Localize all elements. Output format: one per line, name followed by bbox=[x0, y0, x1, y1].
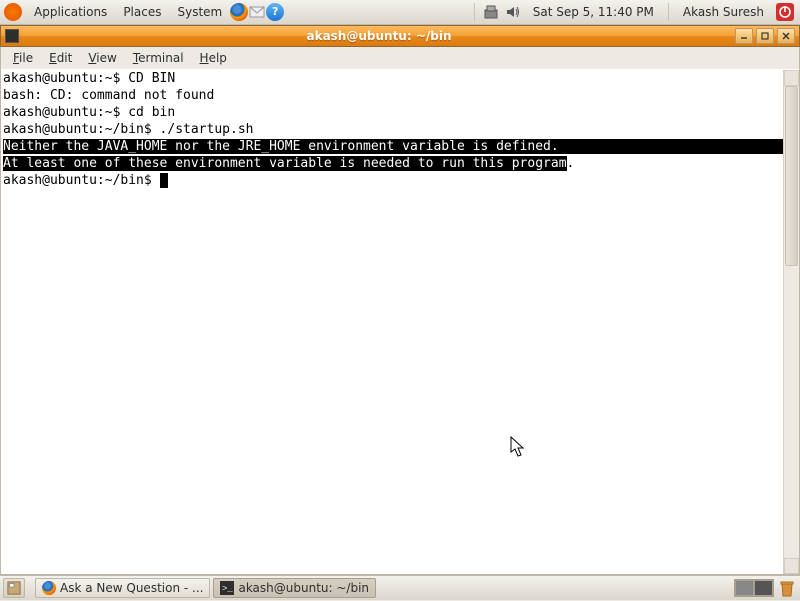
terminal-cursor bbox=[160, 173, 168, 188]
system-menu[interactable]: System bbox=[169, 1, 230, 23]
scrollbar-track[interactable] bbox=[784, 86, 799, 558]
panel-separator bbox=[474, 3, 475, 21]
maximize-button[interactable] bbox=[756, 28, 774, 44]
menu-terminal[interactable]: Terminal bbox=[125, 49, 192, 67]
terminal-line: At least one of these environment variab… bbox=[3, 155, 797, 172]
terminal-menubar: File Edit View Terminal Help bbox=[0, 47, 800, 69]
scrollbar-up-button[interactable] bbox=[784, 70, 799, 86]
workspace-switcher[interactable] bbox=[734, 579, 774, 597]
taskbar-item-firefox[interactable]: Ask a New Question - ... bbox=[35, 578, 210, 598]
shutdown-icon[interactable] bbox=[776, 3, 794, 21]
taskbar-item-terminal[interactable]: >_ akash@ubuntu: ~/bin bbox=[213, 578, 376, 598]
trash-icon[interactable] bbox=[777, 578, 797, 598]
workspace-2[interactable] bbox=[754, 580, 773, 596]
gnome-top-panel: Applications Places System ? Sat Sep 5, … bbox=[0, 0, 800, 25]
menu-file[interactable]: File bbox=[5, 49, 41, 67]
scrollbar-down-button[interactable] bbox=[784, 558, 799, 574]
menu-help[interactable]: Help bbox=[192, 49, 235, 67]
terminal-titlebar-icon bbox=[5, 29, 19, 43]
terminal-icon: >_ bbox=[220, 581, 234, 595]
window-title: akash@ubuntu: ~/bin bbox=[23, 29, 735, 43]
terminal-line: akash@ubuntu:~$ cd bin bbox=[3, 104, 797, 121]
workspace-1[interactable] bbox=[735, 580, 754, 596]
evolution-launcher-icon[interactable] bbox=[248, 3, 266, 21]
minimize-button[interactable] bbox=[735, 28, 753, 44]
svg-text:>_: >_ bbox=[222, 584, 233, 594]
volume-icon[interactable] bbox=[505, 4, 521, 20]
show-desktop-button[interactable] bbox=[3, 578, 25, 598]
task-label: akash@ubuntu: ~/bin bbox=[238, 581, 369, 595]
terminal-line: akash@ubuntu:~$ CD BIN bbox=[3, 70, 797, 87]
terminal-window: akash@ubuntu: ~/bin File Edit View Termi… bbox=[0, 25, 800, 575]
firefox-launcher-icon[interactable] bbox=[230, 3, 248, 21]
terminal-output[interactable]: akash@ubuntu:~$ CD BINbash: CD: command … bbox=[0, 69, 800, 575]
places-menu[interactable]: Places bbox=[115, 1, 169, 23]
close-button[interactable] bbox=[777, 28, 795, 44]
terminal-line: Neither the JAVA_HOME nor the JRE_HOME e… bbox=[3, 138, 797, 155]
gnome-bottom-panel: Ask a New Question - ... >_ akash@ubuntu… bbox=[0, 575, 800, 600]
help-launcher-icon[interactable]: ? bbox=[266, 3, 284, 21]
terminal-scrollbar[interactable] bbox=[783, 70, 799, 574]
menu-edit[interactable]: Edit bbox=[41, 49, 80, 67]
task-label: Ask a New Question - ... bbox=[60, 581, 203, 595]
terminal-line: akash@ubuntu:~/bin$ ./startup.sh bbox=[3, 121, 797, 138]
terminal-line: bash: CD: command not found bbox=[3, 87, 797, 104]
window-titlebar[interactable]: akash@ubuntu: ~/bin bbox=[0, 25, 800, 47]
menu-view[interactable]: View bbox=[80, 49, 124, 67]
firefox-icon bbox=[42, 581, 56, 595]
scrollbar-thumb[interactable] bbox=[785, 86, 798, 266]
clock-applet[interactable]: Sat Sep 5, 11:40 PM bbox=[527, 5, 660, 19]
panel-separator bbox=[668, 3, 669, 21]
update-notifier-icon[interactable] bbox=[483, 4, 499, 20]
terminal-line: akash@ubuntu:~/bin$ bbox=[3, 172, 797, 189]
user-menu[interactable]: Akash Suresh bbox=[677, 5, 770, 19]
ubuntu-logo-icon[interactable] bbox=[4, 3, 22, 21]
applications-menu[interactable]: Applications bbox=[26, 1, 115, 23]
